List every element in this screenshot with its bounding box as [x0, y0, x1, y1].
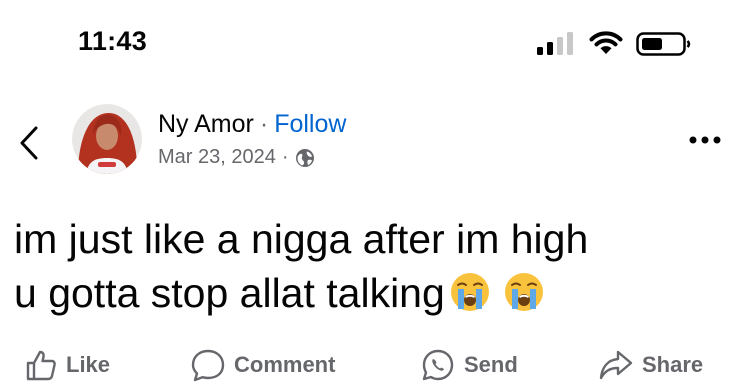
send-label: Send: [464, 352, 518, 377]
status-time: 11:43: [78, 26, 148, 56]
like-button[interactable]: Like: [24, 348, 110, 382]
share-label: Share: [642, 352, 704, 377]
comment-label: Comment: [234, 352, 336, 377]
post-line-1: im just like a nigga after im high: [14, 216, 589, 262]
globe-icon: [295, 148, 314, 167]
more-dots-icon[interactable]: [688, 133, 722, 147]
author-row: Ny Amor · Follow: [158, 110, 346, 139]
post-line-2: u gotta stop allat talking: [14, 266, 730, 320]
send-button[interactable]: Send: [420, 348, 518, 382]
post-line-2-text: u gotta stop allat talking: [14, 270, 445, 316]
avatar[interactable]: [72, 104, 142, 174]
post-text: im just like a nigga after im high u got…: [14, 212, 730, 320]
comment-bubble-icon: [191, 349, 225, 382]
chevron-left-icon[interactable]: [16, 124, 42, 162]
thumbs-up-icon: [26, 350, 56, 381]
share-arrow-icon: [599, 350, 633, 380]
author-name[interactable]: Ny Amor: [158, 110, 254, 138]
whatsapp-icon: [422, 349, 454, 381]
post-meta: Mar 23, 2024 ·: [158, 146, 315, 169]
battery-icon: [636, 32, 691, 56]
post-action-bar: Like Comment Send Share: [0, 348, 736, 388]
meta-separator: ·: [281, 146, 289, 168]
like-label: Like: [66, 352, 111, 377]
loudly-crying-face-icon: [450, 273, 489, 311]
loudly-crying-face-icon: [504, 273, 543, 311]
name-separator: ·: [259, 110, 269, 138]
cellular-signal-icon: [537, 32, 573, 55]
wifi-icon: [589, 31, 623, 54]
follow-button[interactable]: Follow: [274, 110, 346, 138]
post-date[interactable]: Mar 23, 2024: [158, 146, 276, 169]
comment-button[interactable]: Comment: [190, 348, 335, 382]
share-button[interactable]: Share: [598, 348, 703, 382]
